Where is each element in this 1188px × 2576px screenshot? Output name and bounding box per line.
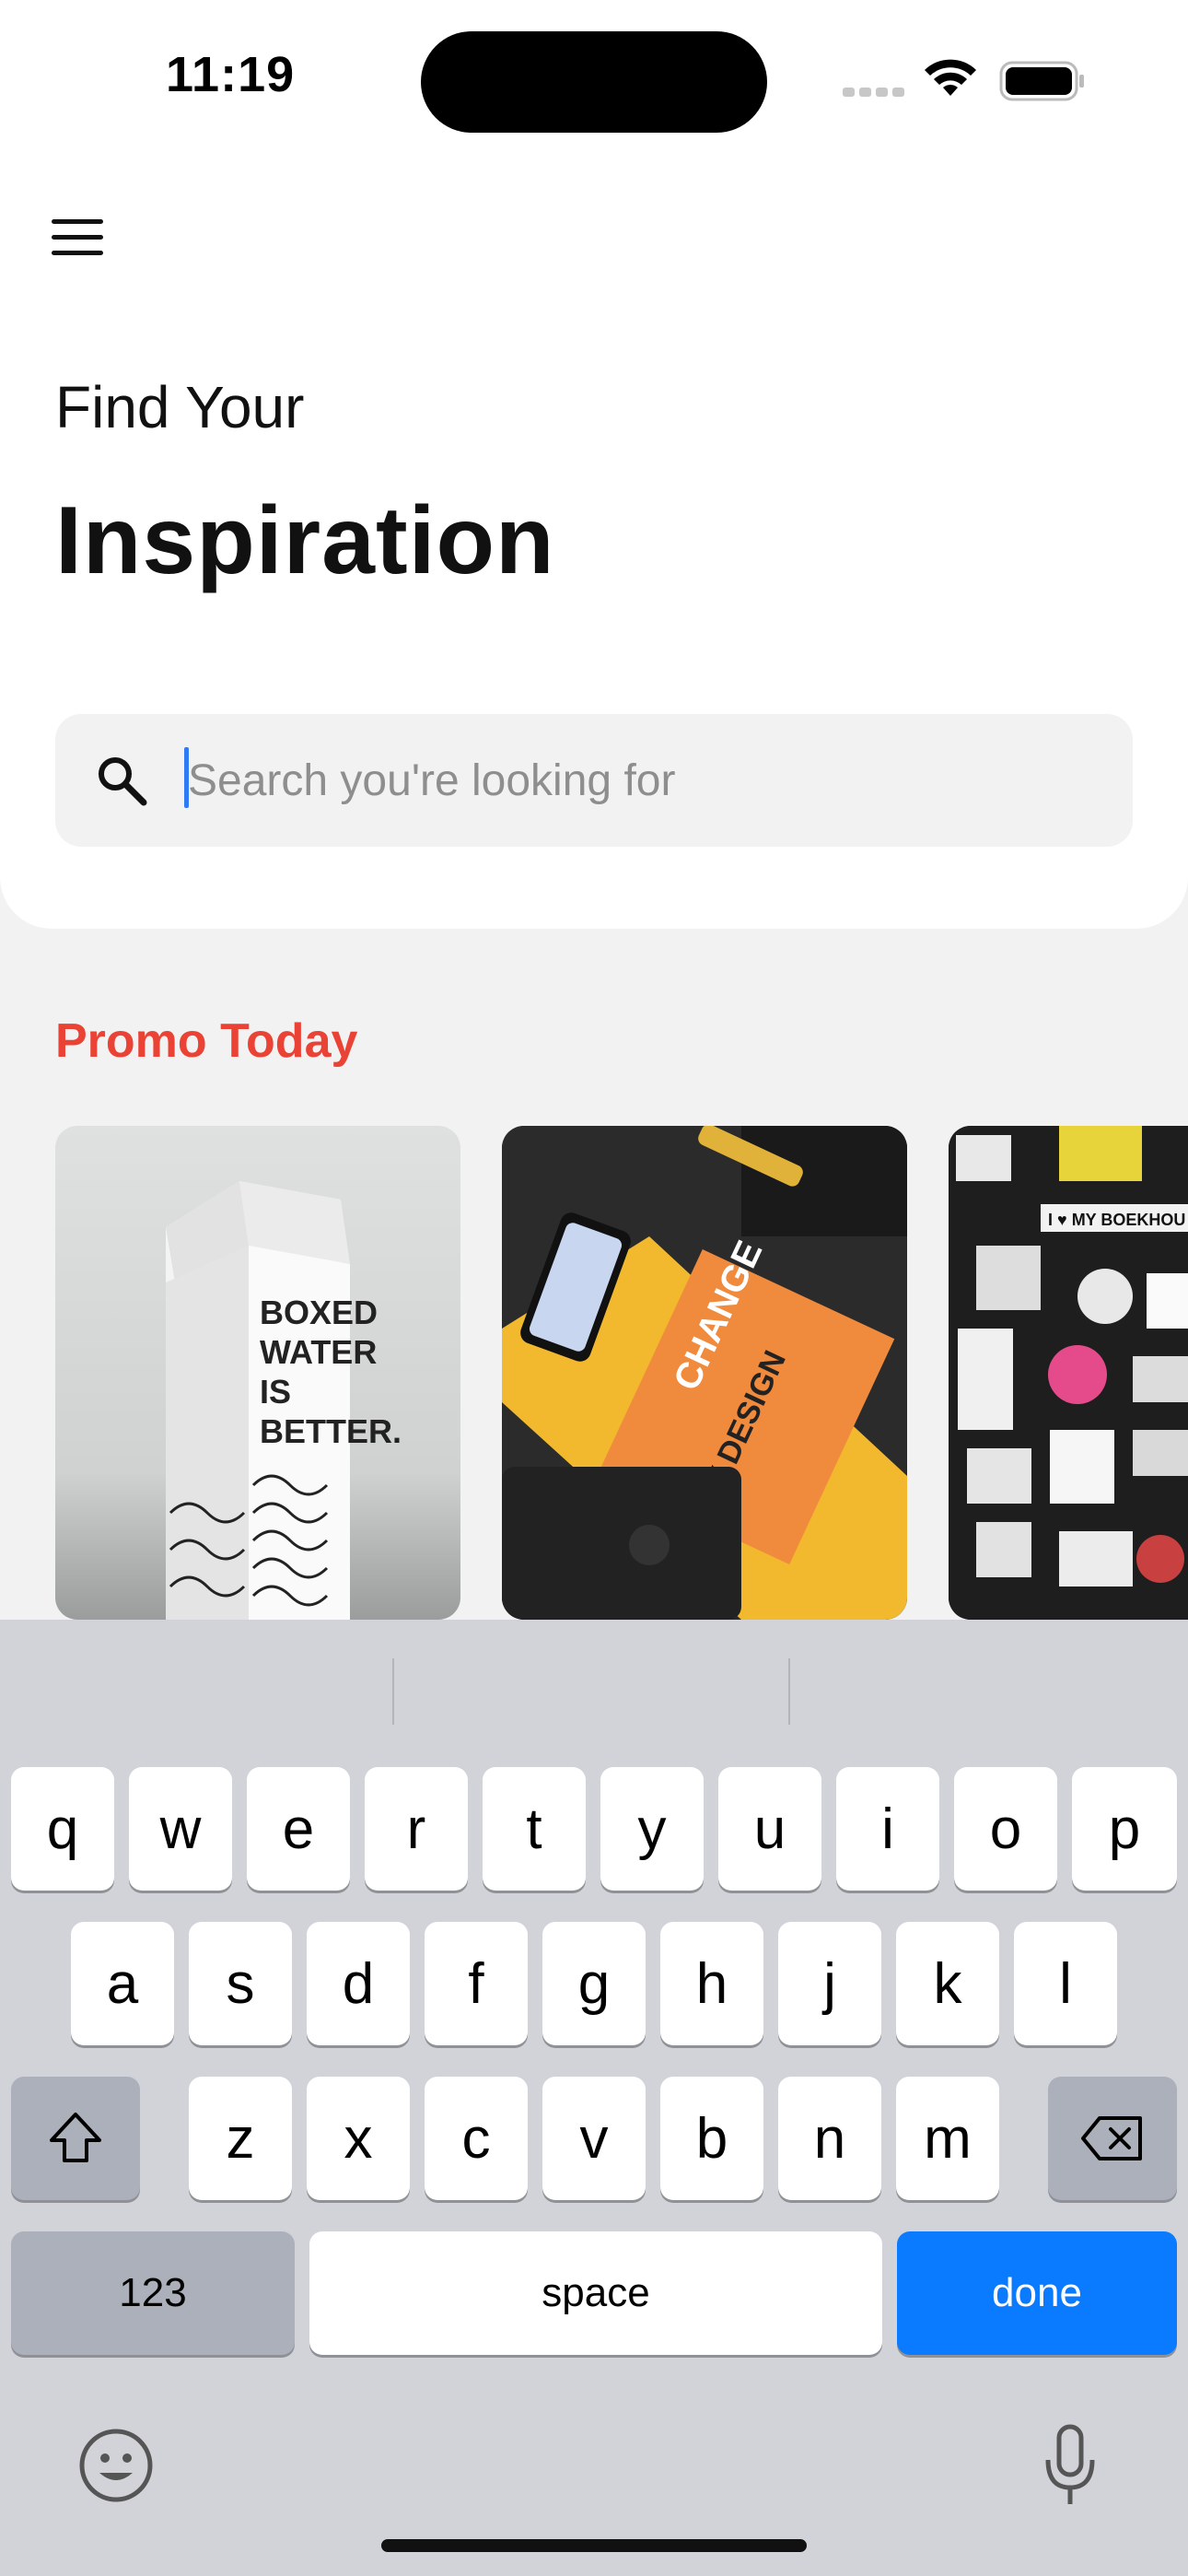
key-y[interactable]: y bbox=[600, 1767, 704, 1891]
suggestion-divider bbox=[788, 1658, 790, 1725]
home-indicator[interactable] bbox=[381, 2539, 807, 2552]
card-1-text-1: BOXED bbox=[260, 1294, 378, 1331]
key-p[interactable]: p bbox=[1072, 1767, 1177, 1891]
search-input[interactable] bbox=[188, 714, 1090, 847]
microphone-icon[interactable] bbox=[1041, 2423, 1100, 2508]
battery-icon bbox=[999, 61, 1084, 101]
dynamic-island bbox=[421, 31, 767, 133]
key-h[interactable]: h bbox=[660, 1922, 763, 2045]
key-f[interactable]: f bbox=[425, 1922, 528, 2045]
key-m[interactable]: m bbox=[896, 2077, 999, 2200]
key-n[interactable]: n bbox=[778, 2077, 881, 2200]
promo-card-change-by-design[interactable]: CHANGE BY DESIGN bbox=[502, 1126, 907, 1620]
key-q[interactable]: q bbox=[11, 1767, 114, 1891]
backspace-icon bbox=[1081, 2116, 1142, 2160]
key-i[interactable]: i bbox=[836, 1767, 939, 1891]
card-1-text-4: BETTER. bbox=[260, 1412, 402, 1450]
key-u[interactable]: u bbox=[718, 1767, 821, 1891]
key-w[interactable]: w bbox=[129, 1767, 232, 1891]
promo-card-boxed-water[interactable]: BOXED WATER IS BETTER. bbox=[55, 1126, 460, 1620]
status-bar: 11:19 bbox=[0, 0, 1188, 147]
key-b[interactable]: b bbox=[660, 2077, 763, 2200]
key-o[interactable]: o bbox=[954, 1767, 1057, 1891]
change-by-design-image: CHANGE BY DESIGN bbox=[502, 1126, 907, 1620]
backspace-key[interactable] bbox=[1048, 2077, 1177, 2200]
done-key[interactable]: done bbox=[897, 2231, 1177, 2355]
card-1-text-3: IS bbox=[260, 1373, 291, 1411]
promo-section-title: Promo Today bbox=[55, 1014, 358, 1068]
page-subtitle: Find Your bbox=[55, 374, 305, 440]
key-e[interactable]: e bbox=[247, 1767, 350, 1891]
key-c[interactable]: c bbox=[425, 2077, 528, 2200]
key-s[interactable]: s bbox=[189, 1922, 292, 2045]
key-r[interactable]: r bbox=[365, 1767, 468, 1891]
key-a[interactable]: a bbox=[71, 1922, 174, 2045]
key-g[interactable]: g bbox=[542, 1922, 646, 2045]
key-j[interactable]: j bbox=[778, 1922, 881, 2045]
hamburger-menu-icon[interactable] bbox=[52, 219, 103, 263]
key-d[interactable]: d bbox=[307, 1922, 410, 2045]
promo-card-stickers[interactable]: I ♥ MY BOEKHOU bbox=[949, 1126, 1188, 1620]
search-bar[interactable] bbox=[55, 714, 1133, 847]
emoji-icon[interactable] bbox=[77, 2427, 155, 2504]
shift-key[interactable] bbox=[11, 2077, 140, 2200]
wifi-icon bbox=[925, 59, 976, 96]
card-3-text-1: I ♥ MY BOEKHOU bbox=[1048, 1211, 1185, 1229]
key-t[interactable]: t bbox=[483, 1767, 586, 1891]
numbers-key[interactable]: 123 bbox=[11, 2231, 295, 2355]
page-title: Inspiration bbox=[55, 487, 555, 594]
cellular-signal-icon bbox=[843, 85, 909, 101]
search-icon bbox=[99, 757, 147, 806]
key-l[interactable]: l bbox=[1014, 1922, 1117, 2045]
onscreen-keyboard: q w e r t y u i o p a s d f g h j k l z … bbox=[0, 1620, 1188, 2576]
boxed-water-image: BOXED WATER IS BETTER. bbox=[166, 1181, 402, 1620]
key-k[interactable]: k bbox=[896, 1922, 999, 2045]
space-key[interactable]: space bbox=[309, 2231, 882, 2355]
key-x[interactable]: x bbox=[307, 2077, 410, 2200]
status-time: 11:19 bbox=[166, 47, 296, 102]
shift-icon bbox=[50, 2113, 101, 2162]
suggestion-divider bbox=[392, 1658, 394, 1725]
key-z[interactable]: z bbox=[189, 2077, 292, 2200]
key-v[interactable]: v bbox=[542, 2077, 646, 2200]
sticker-wall-image: I ♥ MY BOEKHOU bbox=[949, 1126, 1188, 1620]
card-1-text-2: WATER bbox=[260, 1333, 377, 1371]
